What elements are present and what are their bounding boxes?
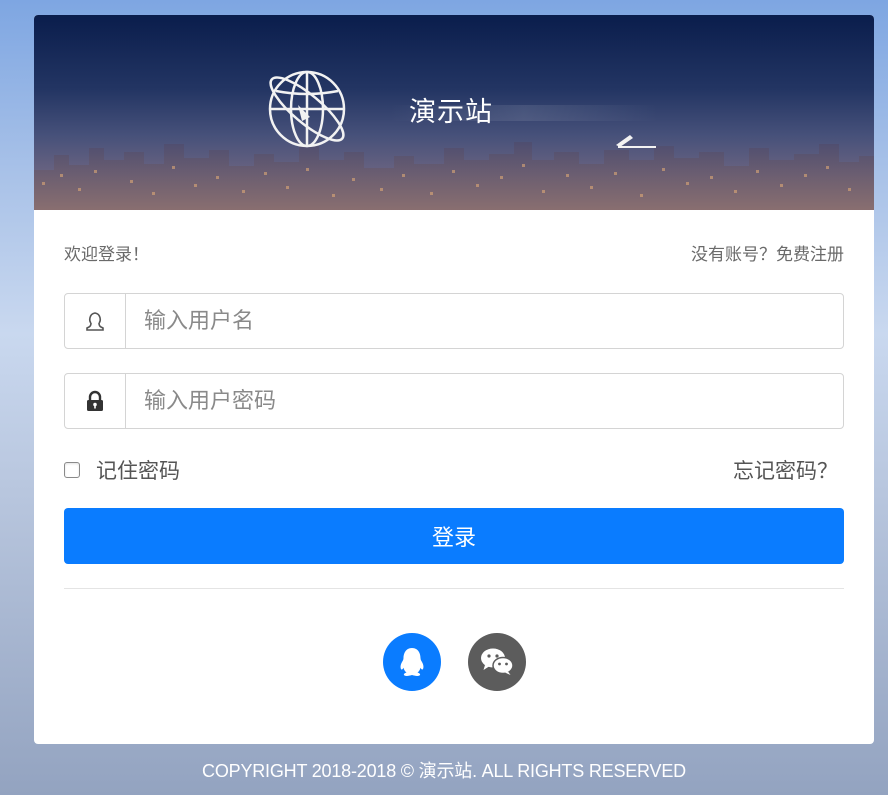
- globe-logo-icon: [268, 70, 346, 148]
- login-header-row: 欢迎登录！ 没有账号？免费注册: [64, 240, 844, 265]
- site-title: 演示站: [409, 97, 493, 128]
- password-field: [64, 373, 844, 429]
- qq-login-button[interactable]: [383, 633, 441, 691]
- city-skyline-image: [34, 142, 874, 210]
- login-card: 演示站 欢迎登录！ 没有账号？免费注册 输入用户名 记住密码 忘记密码？ 登录: [34, 15, 874, 744]
- pen-icon: [616, 135, 656, 148]
- user-icon: [86, 312, 104, 331]
- header-banner: 演示站: [34, 15, 874, 210]
- qq-penguin-icon: [400, 648, 424, 676]
- remember-me[interactable]: 记住密码: [64, 455, 180, 485]
- password-input[interactable]: [126, 374, 843, 428]
- remember-label: 记住密码: [96, 459, 180, 483]
- username-addon: [65, 294, 126, 348]
- username-field: [64, 293, 844, 349]
- wechat-icon: [481, 648, 514, 675]
- remember-checkbox[interactable]: [64, 462, 80, 478]
- forgot-password-link[interactable]: 忘记密码？: [733, 455, 838, 485]
- register-link[interactable]: 没有账号？免费注册: [691, 240, 844, 265]
- username-input[interactable]: [126, 294, 843, 348]
- wechat-login-button[interactable]: [468, 633, 526, 691]
- login-button[interactable]: 登录: [64, 508, 844, 564]
- divider: [64, 588, 844, 589]
- footer-copyright: COPYRIGHT 2018-2018 © 演示站. ALL RIGHTS RE…: [202, 761, 686, 781]
- lock-icon: [87, 390, 103, 411]
- password-addon: [65, 374, 126, 428]
- welcome-text: 欢迎登录！: [64, 245, 149, 265]
